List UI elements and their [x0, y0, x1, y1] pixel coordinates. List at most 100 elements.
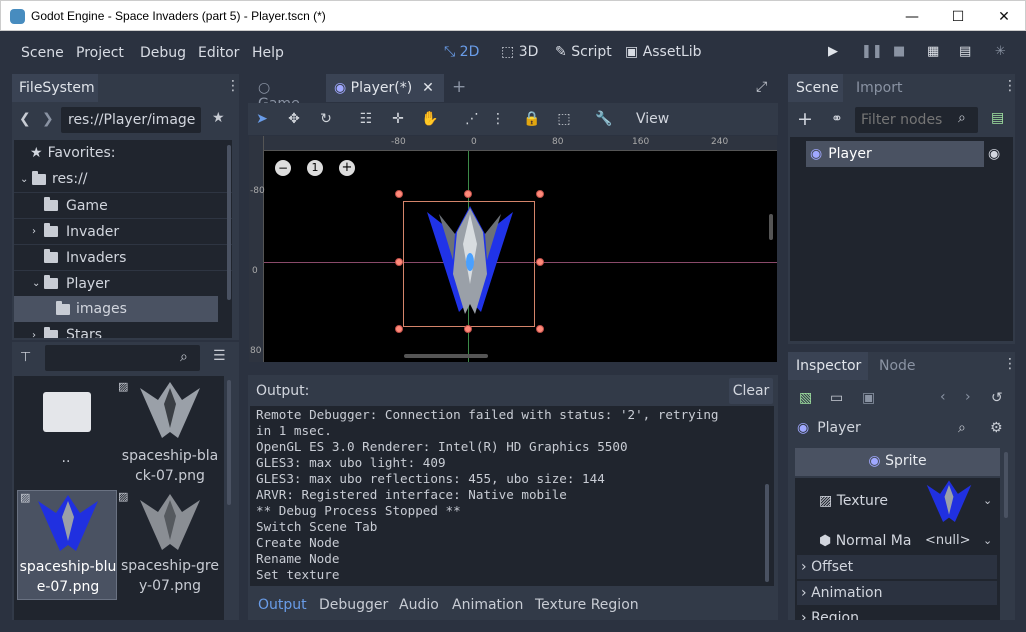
inspector-scrollbar[interactable] [1004, 452, 1008, 518]
add-node-icon[interactable]: + [797, 108, 813, 130]
pause-icon[interactable]: ❚❚ [861, 44, 883, 59]
file-item[interactable]: ▨ spaceship-black-07.png [118, 380, 222, 488]
resize-handle[interactable] [536, 325, 544, 333]
tree-item[interactable]: Game [14, 192, 232, 218]
history-forward-icon[interactable]: › [965, 389, 971, 405]
tree-scrollbar[interactable] [227, 145, 231, 300]
workspace-script[interactable]: ✎ Script [555, 44, 612, 60]
zoom-in-icon[interactable]: + [339, 160, 355, 176]
tree-item[interactable]: › Invader [14, 218, 232, 244]
select-tool-icon[interactable]: ➤ [252, 111, 272, 129]
chevron-down-icon[interactable]: ⌄ [983, 534, 992, 547]
visibility-eye-icon[interactable]: ◉ [988, 146, 1000, 162]
resize-handle[interactable] [395, 258, 403, 266]
rotate-tool-icon[interactable]: ↻ [316, 111, 336, 129]
snap-menu-icon[interactable]: ⋮ [488, 111, 508, 129]
viewport-2d[interactable]: -80 0 80 160 240 -80 0 80 − 1 + [249, 136, 777, 362]
maximize-button[interactable]: ☐ [935, 1, 981, 32]
tab-animation[interactable]: Animation [452, 597, 523, 613]
history-back-icon[interactable]: ‹ [940, 389, 946, 405]
output-scrollbar[interactable] [765, 484, 769, 582]
file-search-input[interactable] [45, 345, 200, 371]
view-menu[interactable]: View [636, 111, 669, 127]
attach-script-icon[interactable]: ▤ [991, 110, 1004, 126]
snap-icon[interactable]: ⋰ [462, 111, 482, 129]
workspace-3d[interactable]: ⬚ 3D [501, 44, 538, 60]
tab-audio[interactable]: Audio [399, 597, 439, 613]
menu-editor[interactable]: Editor [198, 45, 239, 61]
lock-icon[interactable]: 🔒 [522, 111, 542, 129]
resize-handle[interactable] [464, 325, 472, 333]
history-icon[interactable]: ↺ [991, 390, 1003, 406]
file-item[interactable]: ▨ spaceship-grey-07.png [118, 490, 222, 598]
workspace-assetlib[interactable]: ▣ AssetLib [625, 44, 702, 60]
resize-handle[interactable] [395, 190, 403, 198]
tree-item[interactable]: ⌄ res:// [14, 166, 232, 192]
section-offset[interactable]: › Offset [797, 555, 997, 579]
tab-output[interactable]: Output [258, 597, 307, 613]
tab-inspector[interactable]: Inspector [788, 352, 868, 380]
h-scrollbar[interactable] [404, 354, 488, 358]
close-tab-icon[interactable]: ✕ [422, 80, 434, 96]
workspace-2d[interactable]: ⤡ 2D [444, 44, 479, 60]
tab-player[interactable]: ◉ Player(*) ✕ [326, 74, 444, 102]
normal-map-value[interactable]: <null> [925, 533, 971, 548]
resize-handle[interactable] [536, 190, 544, 198]
tree-item[interactable]: › Stars [14, 322, 232, 338]
play-scene-icon[interactable]: ▦ [927, 44, 939, 59]
tree-favorites[interactable]: ★ Favorites: [14, 140, 232, 166]
tree-item-selected[interactable]: images [14, 296, 218, 322]
pan-tool-icon[interactable]: ✋ [420, 111, 440, 129]
section-region[interactable]: › Region [797, 607, 997, 620]
dock-menu-icon[interactable]: ⋮ [1003, 78, 1017, 94]
link-icon[interactable]: ⚭ [831, 111, 843, 127]
menu-debug[interactable]: Debug [140, 45, 186, 61]
path-field[interactable]: res://Player/image [61, 107, 201, 133]
v-scrollbar[interactable] [769, 214, 773, 240]
chevron-down-icon[interactable]: ⌄ [983, 494, 992, 507]
search-icon[interactable]: ⌕ [958, 420, 966, 436]
play-custom-icon[interactable]: ▤ [959, 44, 971, 59]
clear-button[interactable]: Clear [729, 378, 773, 404]
open-folder-icon[interactable]: ▭ [830, 390, 843, 406]
back-icon[interactable]: ❮ [19, 111, 31, 127]
tree-item[interactable]: Invaders [14, 244, 232, 270]
zoom-out-icon[interactable]: − [275, 160, 291, 176]
section-animation[interactable]: › Animation [797, 581, 997, 605]
skeleton-icon[interactable]: 🔧 [594, 111, 614, 129]
files-scrollbar[interactable] [227, 380, 231, 505]
player-sprite[interactable] [425, 204, 515, 322]
tab-game[interactable]: ○ Game [250, 74, 324, 112]
menu-project[interactable]: Project [76, 45, 124, 61]
minimize-button[interactable]: — [889, 1, 935, 32]
resize-handle[interactable] [395, 325, 403, 333]
tree-item[interactable]: ⌄ Player [14, 270, 232, 296]
dock-menu-icon[interactable]: ⋮ [1003, 356, 1017, 372]
split-icon[interactable]: ⊤ [20, 350, 31, 365]
move-tool-icon[interactable]: ✥ [284, 111, 304, 129]
zoom-reset-button[interactable]: 1 [307, 160, 323, 176]
tools-icon[interactable]: ⚙ [990, 420, 1003, 436]
tab-scene[interactable]: Scene [788, 74, 843, 102]
save-icon[interactable]: ▣ [862, 390, 875, 406]
menu-scene[interactable]: Scene [21, 45, 64, 61]
tab-node[interactable]: Node [879, 358, 916, 374]
tab-texture-region[interactable]: Texture Region [535, 597, 639, 613]
file-item-selected[interactable]: ▨ spaceship-blue-07.png [17, 490, 117, 600]
favorite-star-icon[interactable]: ★ [212, 110, 225, 126]
fullscreen-icon[interactable]: ⤢ [756, 79, 767, 95]
dock-menu-icon[interactable]: ⋮ [226, 78, 240, 94]
tab-filesystem[interactable]: FileSystem [12, 74, 98, 102]
menu-help[interactable]: Help [252, 45, 284, 61]
add-tab-icon[interactable]: + [452, 77, 466, 97]
stop-icon[interactable]: ■ [893, 44, 905, 59]
resize-handle[interactable] [536, 258, 544, 266]
play-icon[interactable]: ▶ [828, 44, 838, 59]
list-select-icon[interactable]: ☷ [356, 111, 376, 129]
close-button[interactable]: ✕ [981, 1, 1026, 32]
forward-icon[interactable]: ❯ [42, 111, 54, 127]
pivot-tool-icon[interactable]: ✛ [388, 111, 408, 129]
scene-node-player[interactable]: ◉ Player [806, 141, 984, 167]
resize-handle[interactable] [464, 190, 472, 198]
group-icon[interactable]: ⬚ [554, 111, 574, 129]
